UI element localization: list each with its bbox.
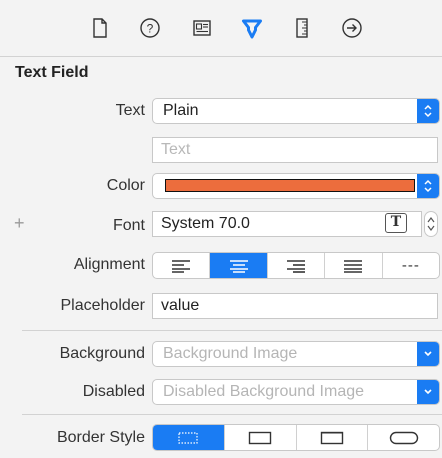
- attributes-icon[interactable]: [240, 16, 264, 40]
- text-type-value: Plain: [163, 102, 199, 119]
- chevron-updown-icon: [417, 99, 439, 123]
- background-image-popup[interactable]: Background Image: [152, 341, 440, 367]
- alignment-label: Alignment: [73, 256, 145, 273]
- chevron-down-icon: [417, 342, 439, 366]
- placeholder-label: Placeholder: [60, 297, 146, 314]
- color-swatch: [165, 179, 415, 192]
- disabled-background-placeholder: Disabled Background Image: [163, 383, 365, 400]
- border-line-button[interactable]: [225, 425, 297, 450]
- help-icon[interactable]: ?: [138, 16, 162, 40]
- align-justified-button[interactable]: [325, 253, 383, 278]
- align-right-icon: [287, 259, 306, 273]
- disabled-background-popup[interactable]: Disabled Background Image: [152, 379, 440, 405]
- chevron-updown-icon: [417, 174, 439, 198]
- border-rounded-icon: [389, 431, 418, 444]
- alignment-segmented-control: ---: [152, 252, 440, 279]
- text-content-placeholder: Text: [161, 141, 191, 158]
- border-style-label: Border Style: [56, 429, 145, 446]
- background-image-placeholder: Background Image: [163, 345, 298, 362]
- chevron-down-icon: [417, 380, 439, 404]
- border-line-icon: [248, 431, 272, 444]
- color-label: Color: [106, 177, 145, 194]
- align-natural-button[interactable]: ---: [383, 253, 439, 278]
- placeholder-field[interactable]: value: [152, 293, 438, 319]
- border-none-button[interactable]: [153, 425, 225, 450]
- divider: [22, 414, 442, 415]
- size-icon[interactable]: [290, 16, 314, 40]
- align-center-button[interactable]: [210, 253, 268, 278]
- align-left-button[interactable]: [153, 253, 211, 278]
- font-value: System 70.0: [161, 215, 250, 232]
- svg-text:?: ?: [147, 22, 154, 36]
- text-label: Text: [115, 102, 145, 119]
- identity-icon[interactable]: [190, 16, 214, 40]
- background-label: Background: [59, 345, 145, 362]
- text-content-field[interactable]: Text: [152, 137, 438, 163]
- border-none-icon: [178, 431, 198, 444]
- align-center-icon: [229, 259, 248, 273]
- align-justified-icon: [344, 259, 363, 273]
- border-rounded-button[interactable]: [368, 425, 439, 450]
- align-right-button[interactable]: [268, 253, 326, 278]
- font-picker-icon[interactable]: T: [385, 213, 407, 233]
- placeholder-value: value: [161, 297, 200, 314]
- font-size-stepper[interactable]: [424, 211, 438, 237]
- font-field[interactable]: System 70.0: [152, 211, 422, 237]
- border-bezel-button[interactable]: [297, 425, 369, 450]
- divider: [22, 330, 442, 331]
- connections-icon[interactable]: [340, 16, 364, 40]
- border-style-segmented-control: [152, 424, 440, 451]
- inspector-toolbar: ?: [0, 0, 442, 57]
- align-left-icon: [172, 259, 191, 273]
- color-popup[interactable]: [152, 173, 440, 199]
- disabled-label: Disabled: [82, 383, 145, 400]
- font-label: Font: [112, 217, 145, 234]
- text-type-popup[interactable]: Plain: [152, 98, 440, 124]
- section-title: Text Field: [15, 64, 89, 81]
- border-bezel-icon: [320, 431, 344, 444]
- file-icon[interactable]: [88, 16, 112, 40]
- align-natural-icon: ---: [401, 257, 420, 274]
